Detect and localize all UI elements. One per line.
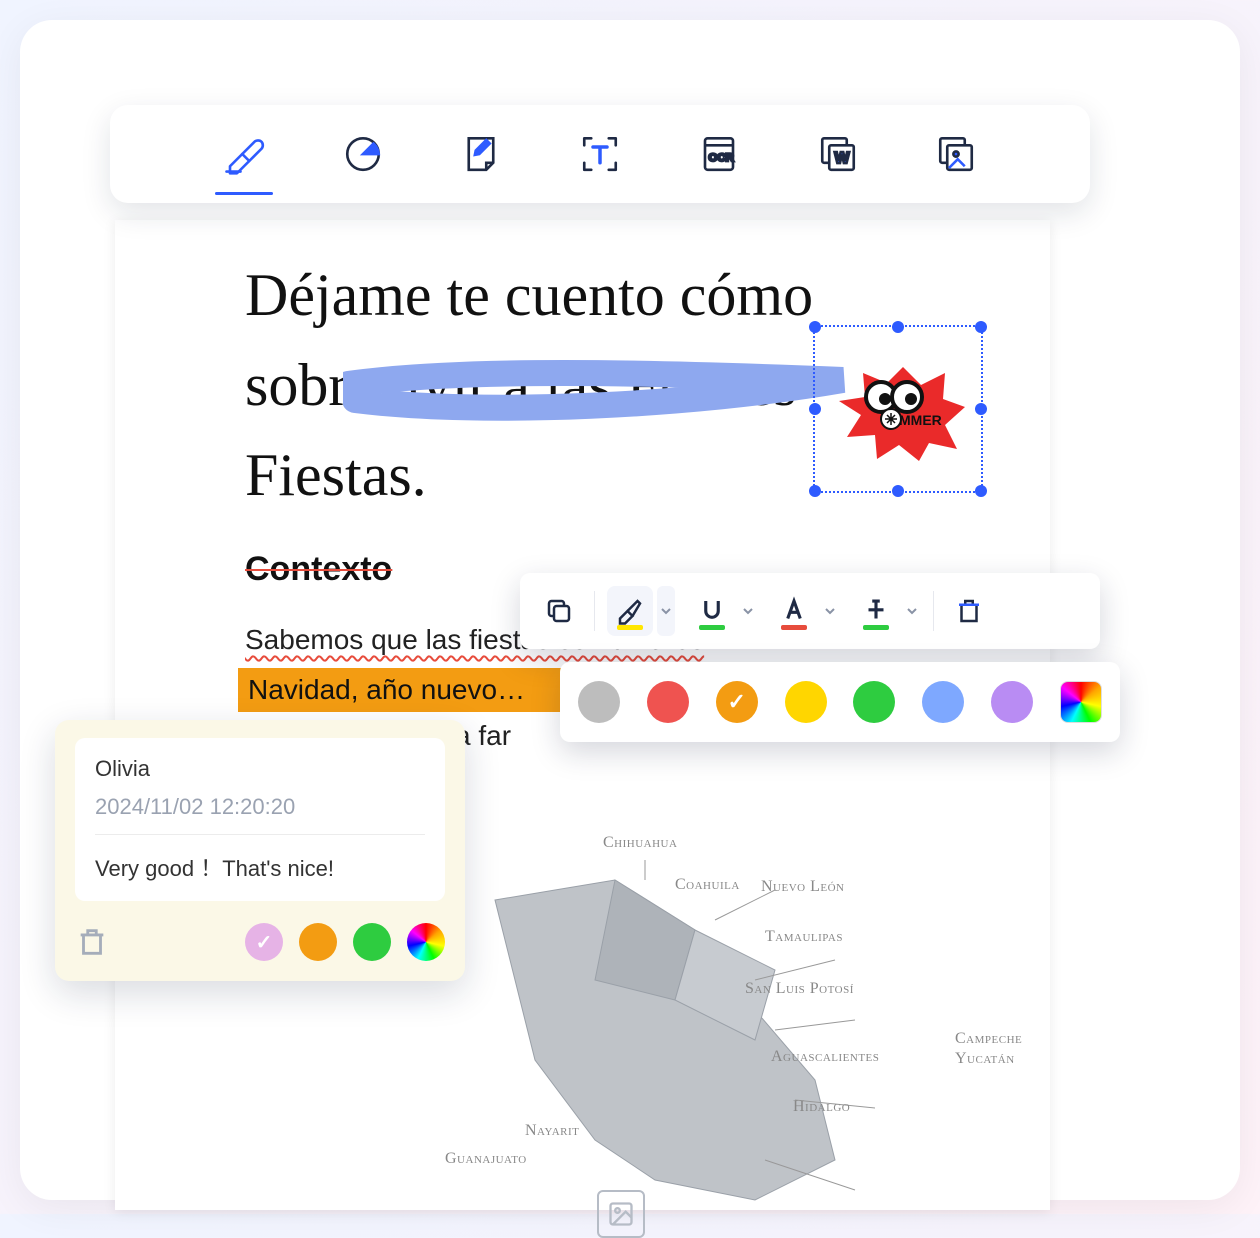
text-color-button[interactable] (771, 586, 817, 636)
comment-color-orange[interactable] (299, 923, 337, 961)
color-blue[interactable] (922, 681, 964, 723)
copy-button[interactable] (536, 586, 582, 636)
strike-swatch (863, 625, 889, 630)
color-red[interactable] (647, 681, 689, 723)
underline-caret[interactable] (739, 605, 757, 617)
color-yellow[interactable] (785, 681, 827, 723)
underline-button[interactable] (689, 586, 735, 636)
export-image-tool[interactable] (931, 129, 981, 179)
highlight-color-caret[interactable] (657, 586, 675, 636)
comment-timestamp: 2024/11/02 12:20:20 (95, 794, 425, 820)
text-select-tool[interactable] (575, 129, 625, 179)
highlight-swatch (617, 625, 643, 630)
color-green[interactable] (853, 681, 895, 723)
note-tool[interactable] (456, 129, 506, 179)
export-word-tool[interactable]: W (813, 129, 863, 179)
map-label: Tamaulipas (765, 928, 843, 946)
separator (594, 591, 595, 631)
color-orange[interactable] (716, 681, 758, 723)
title-line-1: Déjame te cuento cómo (245, 262, 813, 328)
map-label: Guanajuato (445, 1150, 527, 1168)
map-label: Yucatán (955, 1050, 1015, 1068)
resize-handle[interactable] (892, 321, 904, 333)
comment-body: Olivia 2024/11/02 12:20:20 Very good ！Th… (75, 738, 445, 901)
sticker-selection[interactable]: MMER (813, 325, 983, 493)
map-label: Nayarit (525, 1122, 579, 1140)
resize-handle[interactable] (809, 321, 821, 333)
divider (95, 834, 425, 835)
color-purple[interactable] (991, 681, 1033, 723)
color-palette (560, 662, 1120, 742)
resize-handle[interactable] (975, 403, 987, 415)
textcolor-swatch (781, 625, 807, 630)
map-label: Chihuahua (603, 834, 677, 852)
trash-icon[interactable] (75, 925, 109, 959)
highlight-color-button[interactable] (607, 586, 653, 636)
map-graphic: Chihuahua Coahuila Nuevo León Tamaulipas… (415, 820, 1135, 1220)
map-label: San Luis Potosí (745, 980, 854, 998)
svg-text:W: W (834, 150, 849, 167)
app-canvas: Déjame te cuento cómo sobrevivir a las F… (20, 20, 1240, 1200)
title-line-2: sobrevivir a las Felices (245, 352, 797, 418)
map-label: Aguascalientes (771, 1048, 879, 1066)
comment-card[interactable]: Olivia 2024/11/02 12:20:20 Very good ！Th… (55, 720, 465, 981)
color-picker-button[interactable] (1060, 681, 1102, 723)
comment-color-pink[interactable] (245, 923, 283, 961)
color-gray[interactable] (578, 681, 620, 723)
separator (933, 591, 934, 631)
map-label: Nuevo León (761, 878, 845, 896)
map-label: Hidalgo (793, 1098, 850, 1116)
comment-footer (75, 923, 445, 961)
sticker-tool[interactable] (338, 129, 388, 179)
svg-text:MMER: MMER (899, 412, 942, 428)
resize-handle[interactable] (809, 485, 821, 497)
underline-swatch (699, 625, 725, 630)
subheading-strikethrough: Contexto (245, 550, 392, 589)
resize-handle[interactable] (975, 321, 987, 333)
delete-button[interactable] (946, 586, 992, 636)
comment-color-green[interactable] (353, 923, 391, 961)
highlighter-tool[interactable] (219, 129, 269, 179)
strike-caret[interactable] (903, 605, 921, 617)
map-label: Campeche (955, 1030, 1022, 1048)
comment-color-row (245, 923, 445, 961)
map-label: Coahuila (675, 876, 740, 894)
comment-text: Very good ！That's nice! (95, 851, 425, 883)
comment-author: Olivia (95, 756, 425, 782)
top-toolbar: OCR W (110, 105, 1090, 203)
strikethrough-button[interactable] (853, 586, 899, 636)
image-placeholder-icon (597, 1190, 645, 1238)
title-line-3: Fiestas. (245, 442, 427, 508)
svg-text:OCR: OCR (708, 152, 733, 164)
resize-handle[interactable] (975, 485, 987, 497)
ocr-tool[interactable]: OCR (694, 129, 744, 179)
resize-handle[interactable] (809, 403, 821, 415)
format-toolbar (520, 573, 1100, 649)
comment-color-picker[interactable] (407, 923, 445, 961)
sticker-graphic[interactable]: MMER (833, 363, 967, 463)
resize-handle[interactable] (892, 485, 904, 497)
mexico-map (475, 860, 875, 1220)
text-color-caret[interactable] (821, 605, 839, 617)
